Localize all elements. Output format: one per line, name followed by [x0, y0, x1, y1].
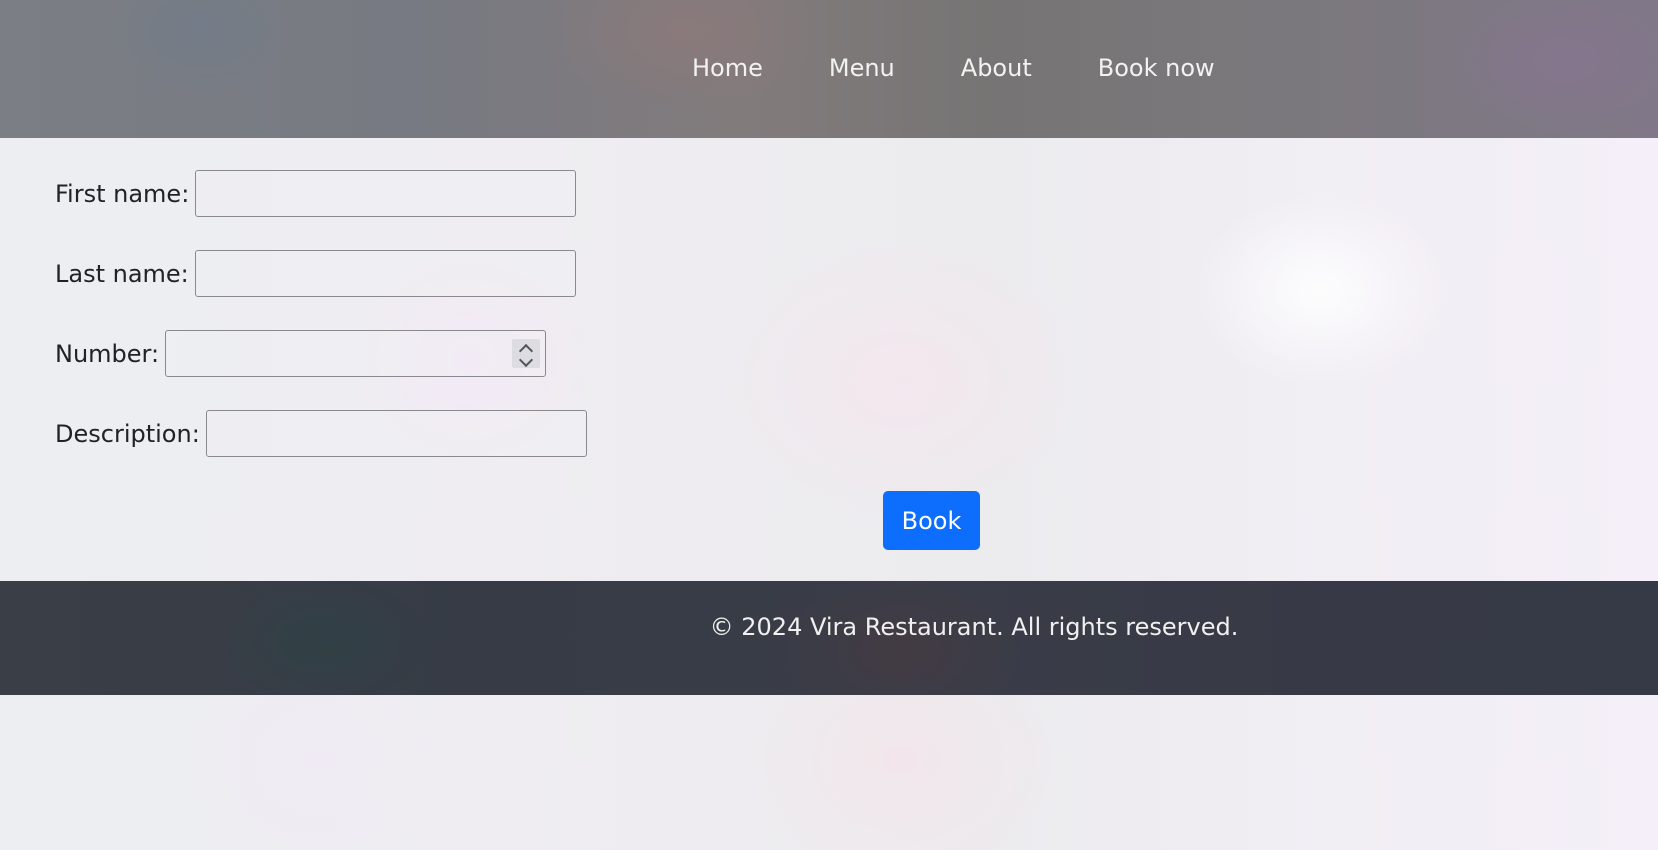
- first-name-row: First name:: [55, 170, 587, 217]
- number-input[interactable]: [165, 330, 547, 377]
- number-field: [165, 330, 547, 377]
- last-name-input[interactable]: [194, 250, 576, 297]
- chevron-down-icon[interactable]: [519, 352, 534, 368]
- nav-link-menu[interactable]: Menu: [829, 52, 895, 84]
- main-nav: Home Menu About Book now: [692, 52, 1215, 84]
- first-name-input[interactable]: [195, 170, 577, 217]
- last-name-label: Last name:: [55, 259, 189, 288]
- booking-form: First name: Last name: Number: Descripti…: [55, 170, 587, 490]
- number-label: Number:: [55, 339, 160, 368]
- number-row: Number:: [55, 330, 587, 377]
- description-row: Description:: [55, 410, 587, 457]
- description-label: Description:: [55, 419, 200, 448]
- number-stepper[interactable]: [512, 339, 541, 368]
- first-name-label: First name:: [55, 179, 190, 208]
- site-footer: © 2024 Vira Restaurant. All rights reser…: [0, 581, 1658, 695]
- last-name-row: Last name:: [55, 250, 587, 297]
- site-header: Home Menu About Book now: [0, 0, 1658, 138]
- description-input[interactable]: [205, 410, 587, 457]
- nav-link-home[interactable]: Home: [692, 52, 763, 84]
- book-button[interactable]: Book: [883, 491, 980, 550]
- nav-link-about[interactable]: About: [961, 52, 1032, 84]
- footer-copyright: © 2024 Vira Restaurant. All rights reser…: [709, 613, 1239, 641]
- nav-link-book-now[interactable]: Book now: [1098, 52, 1215, 84]
